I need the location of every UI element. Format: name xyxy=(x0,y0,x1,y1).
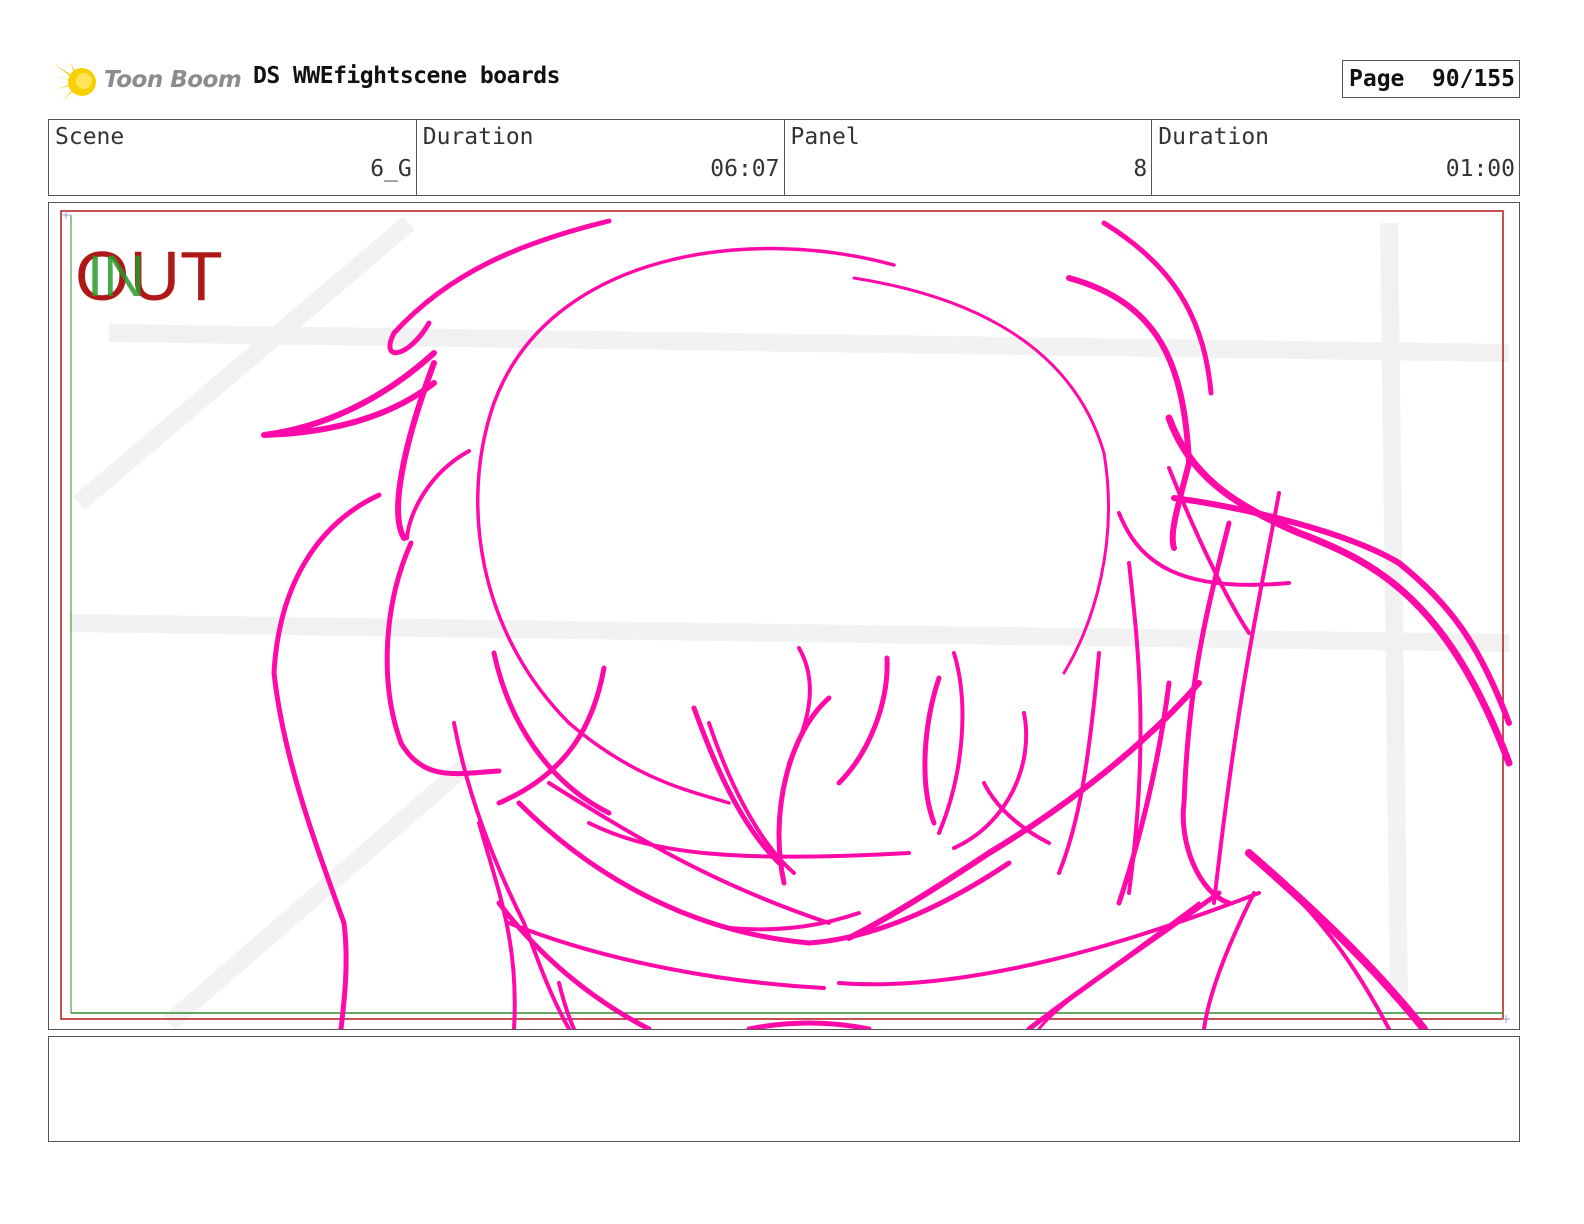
scene-value: 6_G xyxy=(370,156,412,182)
panel-duration-label: Duration xyxy=(1158,124,1270,150)
page-label: Page xyxy=(1349,66,1405,92)
scene-label: Scene xyxy=(55,124,125,150)
panel-value: 8 xyxy=(1133,156,1148,182)
brand-name: Toon Boom xyxy=(104,67,242,93)
scene-cell: Scene 6_G xyxy=(49,120,417,195)
starburst-icon xyxy=(52,62,96,102)
panel-duration-cell: Duration 01:00 xyxy=(1152,120,1519,195)
panel-duration-value: 01:00 xyxy=(1445,156,1515,182)
scene-duration-value: 06:07 xyxy=(710,156,780,182)
panel-notes xyxy=(48,1036,1520,1142)
panel-label: Panel xyxy=(790,124,860,150)
page-header: Toon Boom DS WWEfightscene boards Page 9… xyxy=(48,52,1520,108)
scene-duration-cell: Duration 06:07 xyxy=(417,120,785,195)
corner-marker-icon: + xyxy=(1501,1012,1511,1026)
page-indicator: Page 90/155 xyxy=(1342,60,1520,98)
storyboard-panel: + + OUT IN xyxy=(48,202,1520,1030)
scene-info-table: Scene 6_G Duration 06:07 Panel 8 Duratio… xyxy=(48,119,1520,196)
document-title: DS WWEfightscene boards xyxy=(253,63,561,89)
panel-cell: Panel 8 xyxy=(785,120,1153,195)
panel-canvas: + + OUT IN xyxy=(60,208,1513,1029)
toon-boom-logo: Toon Boom xyxy=(52,56,242,108)
corner-marker-icon: + xyxy=(61,208,71,222)
in-marker: IN xyxy=(87,244,145,309)
page-number: 90/155 xyxy=(1431,66,1515,92)
background-shading xyxy=(68,216,1510,1029)
scene-duration-label: Duration xyxy=(422,124,534,150)
